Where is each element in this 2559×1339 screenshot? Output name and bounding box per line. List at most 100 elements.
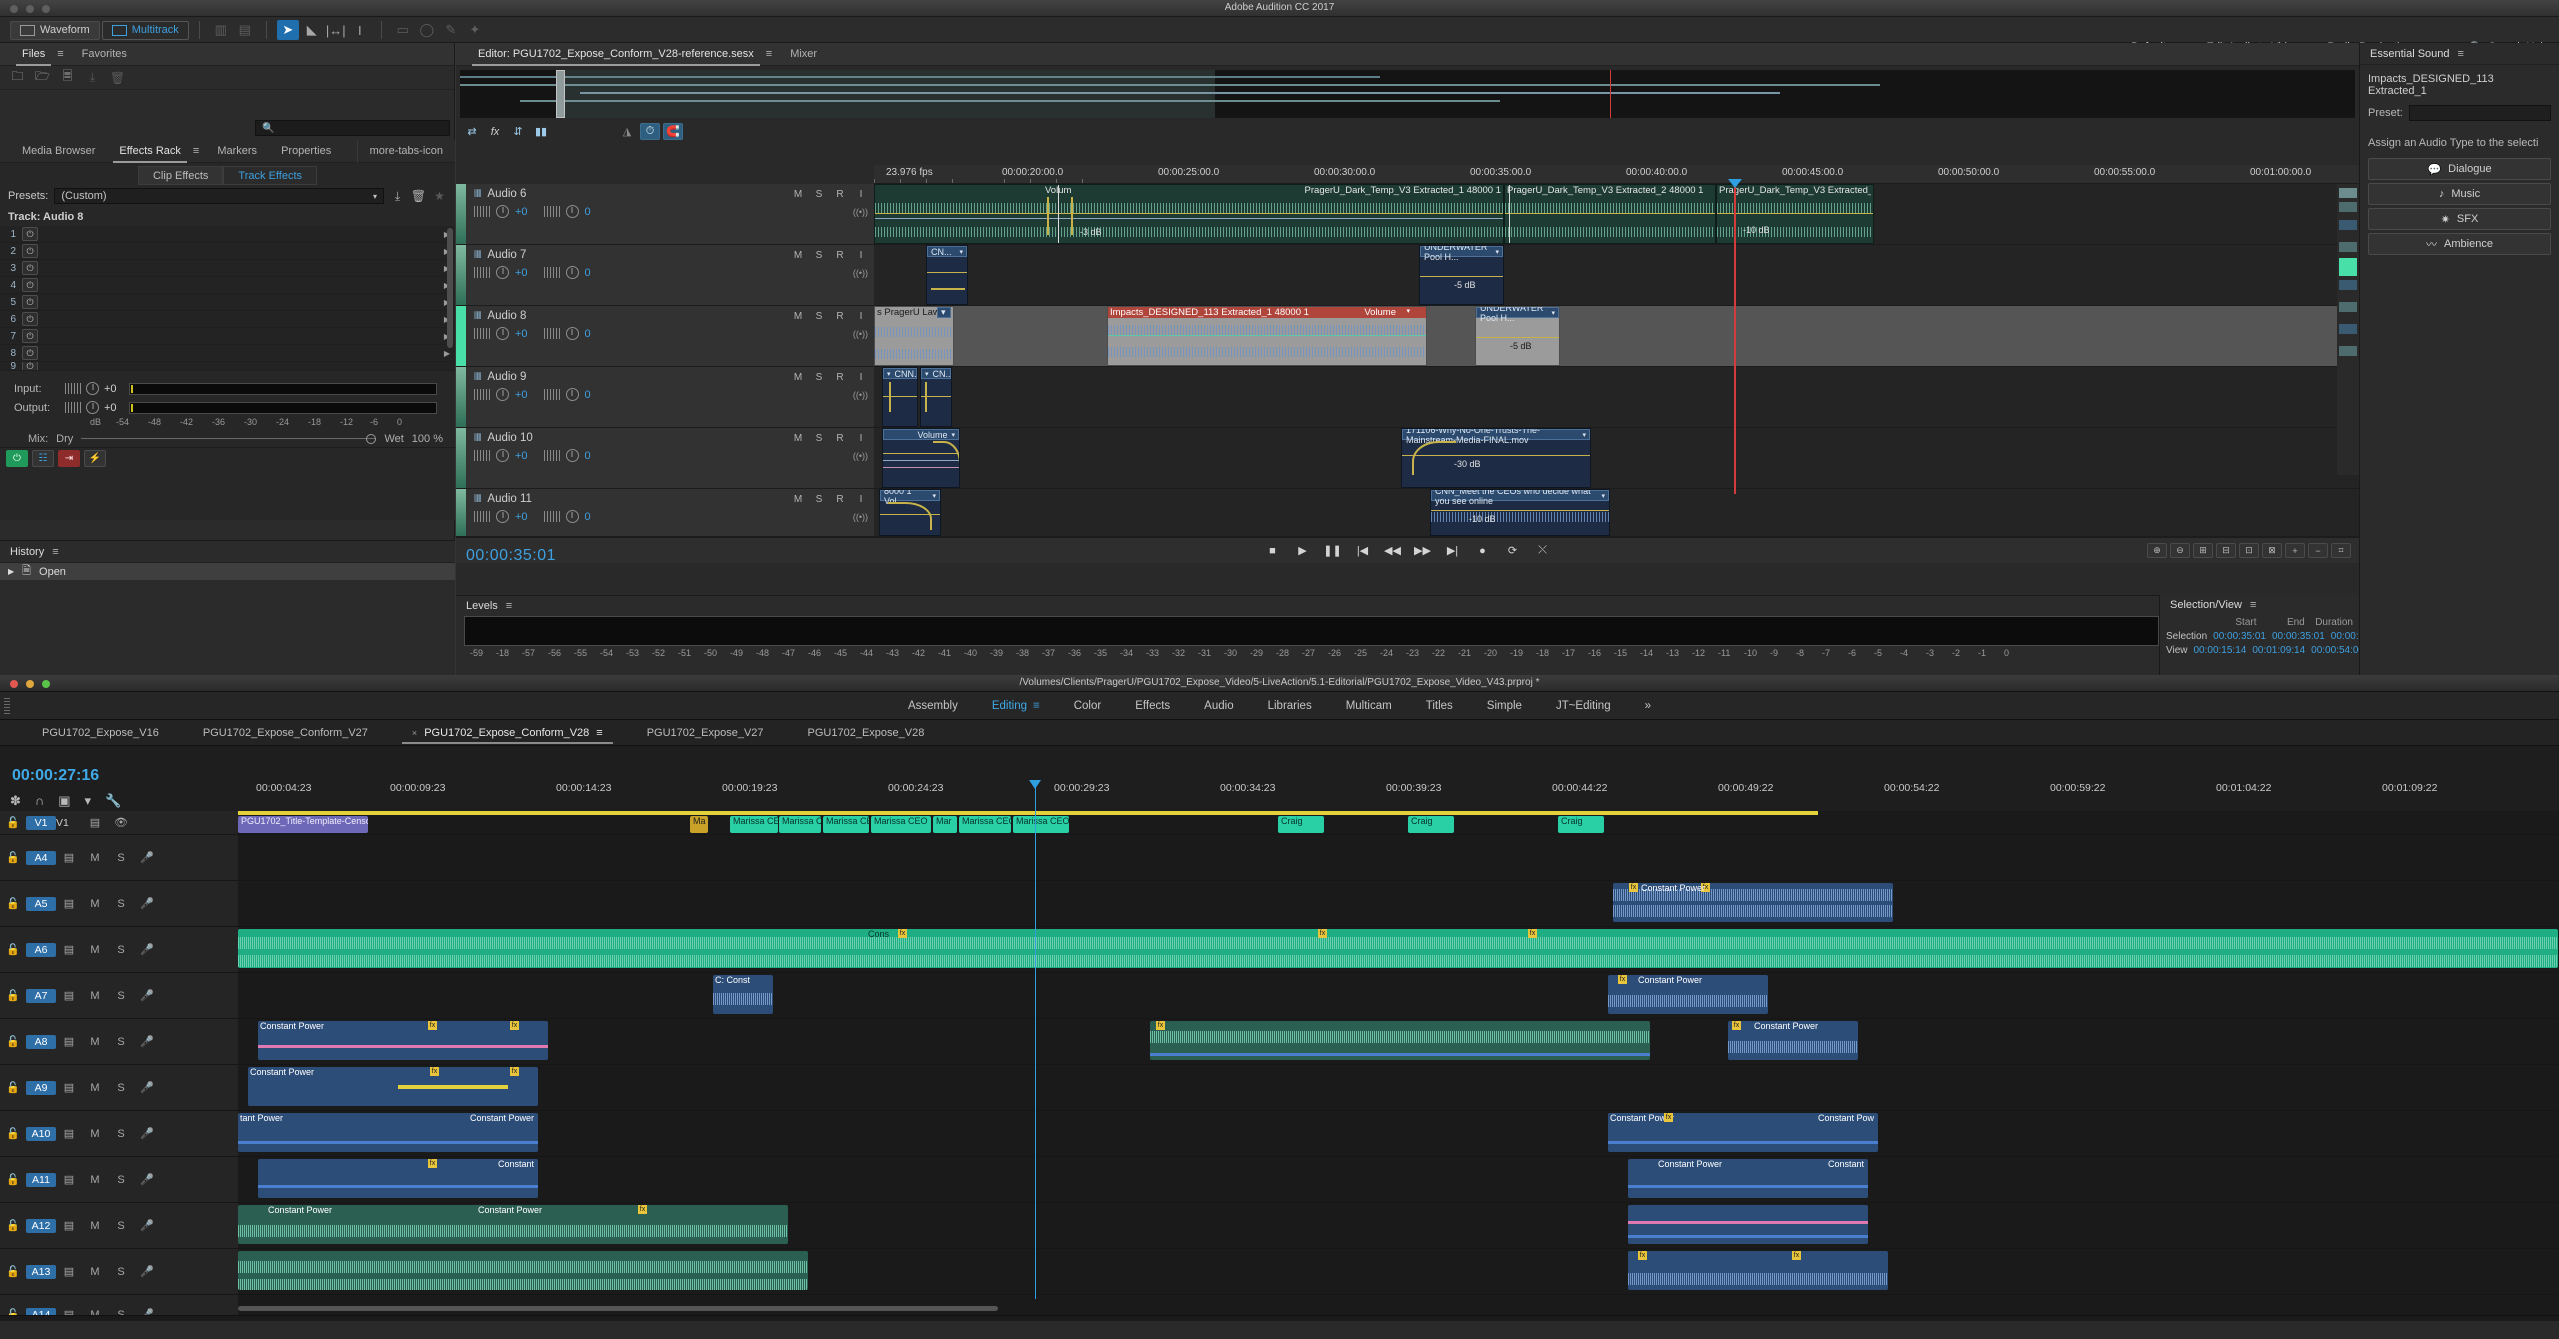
mute-button[interactable]: M — [791, 189, 805, 200]
track-lane[interactable]: Constant Power Constant Power fx — [238, 1203, 2559, 1249]
audio-clip[interactable]: fx fx — [1628, 1251, 1888, 1290]
lock-icon[interactable]: 🔓 — [0, 897, 26, 910]
premiere-timecode[interactable]: 00:00:27:16 — [12, 767, 99, 785]
effect-slot[interactable]: 8 ⏻ ▶ — [0, 345, 455, 362]
toggle-track-output-icon[interactable]: ▤ — [56, 897, 82, 910]
eye-icon[interactable]: 👁 — [108, 816, 134, 829]
zoom-in-time-icon[interactable]: ⊞ — [2193, 543, 2213, 558]
track-lane[interactable]: fx fx Constant Power — [238, 881, 2559, 927]
essential-sound-menu-icon[interactable]: ≡ — [2452, 48, 2470, 60]
lock-icon[interactable]: 🔓 — [0, 1035, 26, 1048]
audio-clip[interactable]: fx fx fx Cons — [238, 929, 2558, 968]
audio-clip[interactable]: ▾ CNN... — [882, 367, 918, 427]
workspace-jt-editing[interactable]: JT~Editing — [1539, 692, 1628, 720]
input-monitor-button[interactable]: I — [854, 433, 868, 444]
track-lane[interactable]: CN... ▾ UNDERWATER Pool H... ▾ -5 dB — [874, 245, 2359, 305]
track-header[interactable]: 🔓 A6 ▤ M S 🎤 — [0, 927, 238, 973]
power-toggle-icon[interactable]: ⏻ — [22, 295, 38, 309]
audio-clip[interactable]: CN... ▾ — [926, 245, 968, 305]
zoom-all-icon[interactable]: ⌗ — [2331, 543, 2351, 558]
clip-parameter-dropdown[interactable]: ▾ CNN... — [883, 368, 917, 379]
audio-clip[interactable]: CNN_Meet the CEOs who decide what you se… — [1430, 489, 1610, 536]
selection-row[interactable]: Selection 00:00:35:01 00:00:35:01 00:00:… — [2160, 629, 2384, 643]
track-lane[interactable]: tant Power Constant Power Constant Power… — [238, 1111, 2559, 1157]
solo-button[interactable]: S — [108, 1174, 134, 1186]
add-marker-icon[interactable]: ▾ — [85, 793, 92, 809]
power-toggle-icon[interactable]: ⏻ — [22, 244, 38, 258]
selection-end[interactable]: 00:00:35:01 — [2272, 631, 2331, 642]
power-toggle-icon[interactable]: ⏻ — [22, 346, 38, 360]
volume-knob[interactable] — [496, 327, 509, 340]
workspace-libraries[interactable]: Libraries — [1251, 692, 1329, 720]
history-panel-menu-icon[interactable]: ≡ — [46, 546, 64, 558]
lock-icon[interactable]: 🔓 — [0, 851, 26, 864]
mute-button[interactable]: M — [791, 494, 805, 505]
paintbrush-icon[interactable]: ✎ — [440, 20, 462, 40]
effect-slot[interactable]: 5 ⏻ ▶ — [0, 294, 455, 311]
track-audio-9[interactable]: ⫴⫴ Audio 9 M S R I +0 0 ((•)) ▾ CNN. ▾ C… — [456, 367, 2359, 428]
clip-parameter-dropdown[interactable]: 171106-Why-No-One-Trusts-The-Mainstream-… — [1402, 429, 1590, 445]
track-header[interactable]: 🔓 A7 ▤ M S 🎤 — [0, 973, 238, 1019]
effect-slot-name[interactable] — [38, 243, 439, 260]
effects-list-icon[interactable]: ☷ — [32, 450, 54, 467]
track-color-strip[interactable] — [456, 428, 466, 488]
solo-button[interactable]: S — [108, 898, 134, 910]
play-icon[interactable]: ▶ — [1293, 542, 1313, 560]
video-clip[interactable]: Marissa CEO — [1013, 816, 1069, 833]
timeline-horizontal-scrollbar[interactable] — [238, 1304, 2559, 1313]
wrench-icon[interactable]: 🔧 — [105, 793, 121, 809]
loop-icon[interactable]: ⇄ — [462, 123, 482, 140]
solo-button[interactable]: S — [108, 1220, 134, 1232]
arm-record-button[interactable]: R — [833, 189, 847, 200]
audio-clip[interactable]: PragerU_Dark_Temp_V3 Extracted_2 48000 1 — [1504, 184, 1716, 244]
spectral-frequency-icon[interactable]: ▥ — [210, 20, 232, 40]
toggle-track-output-icon[interactable]: ▤ — [56, 1265, 82, 1278]
track-badge[interactable]: A9 — [26, 1080, 56, 1095]
timeline-ruler[interactable]: 00:00:20:00.0 00:00:25:00.0 00:00:30:00.… — [874, 165, 2467, 184]
monitor-input-icon[interactable]: ((•)) — [853, 390, 868, 400]
history-item[interactable]: ▶ 🗎 Open — [0, 563, 455, 580]
effects-panel-more-icon[interactable]: more-tabs-icon — [356, 139, 455, 163]
levels-meter[interactable] — [464, 616, 2159, 646]
waveform-mode-button[interactable]: Waveform — [10, 20, 100, 40]
spot-healing-icon[interactable]: ✦ — [464, 20, 486, 40]
drag-handle-icon[interactable] — [4, 698, 10, 714]
audio-clip[interactable]: PragerU_Dark_Temp_V3 Extracted_1 48000 1… — [874, 184, 1504, 244]
open-file-icon[interactable]: 🗀 — [10, 69, 25, 84]
track-header[interactable]: 🔓 A5 ▤ M S 🎤 — [0, 881, 238, 927]
video-clip[interactable]: Marissa CE — [823, 816, 869, 833]
delete-preset-icon[interactable]: 🗑 — [411, 189, 426, 203]
marquee-selection-icon[interactable]: ▭ — [392, 20, 414, 40]
mute-button[interactable]: M — [82, 1082, 108, 1094]
track-lane[interactable]: PragerU_Dark_Temp_V3 Extracted_1 48000 1… — [874, 184, 2359, 244]
volume-knob[interactable] — [496, 205, 509, 218]
track-name[interactable]: Audio 11 — [487, 493, 784, 505]
voice-over-icon[interactable]: 🎤 — [134, 1219, 160, 1232]
workspace-editing[interactable]: Editing ≡ — [975, 692, 1057, 720]
toggle-track-output-icon[interactable]: ▤ — [56, 1173, 82, 1186]
insert-into-multitrack-icon[interactable]: ⤓ — [85, 70, 100, 84]
track-badge[interactable]: A7 — [26, 988, 56, 1003]
sequence-tab-expose-v28[interactable]: PGU1702_Expose_V28 — [786, 720, 947, 746]
effect-slot-name[interactable] — [38, 294, 439, 311]
mute-button[interactable]: M — [82, 1266, 108, 1278]
tab-effects-rack[interactable]: Effects Rack — [107, 140, 193, 163]
zoom-navigator-handle[interactable] — [556, 70, 565, 118]
audio-clip-selected[interactable]: Impacts_DESIGNED_113 Extracted_1 48000 1… — [1107, 306, 1427, 366]
effects-scrollbar[interactable] — [447, 228, 453, 348]
track-header[interactable]: 🔓 A12 ▤ M S 🎤 — [0, 1203, 238, 1249]
mute-button[interactable]: M — [791, 250, 805, 261]
track-header[interactable]: ⫴⫴ Audio 6 M S R I +0 0 ((•)) — [456, 184, 874, 244]
track-lane[interactable]: Volume ▾ 171106-Why-No-One-Trusts-The-Ma… — [874, 428, 2359, 488]
os-dock[interactable] — [0, 1321, 2559, 1339]
workspace-more-button[interactable]: » — [1628, 692, 1668, 720]
linked-selection-icon[interactable]: ∩ — [35, 793, 44, 809]
presets-dropdown[interactable]: (Custom) ▾ — [54, 188, 384, 204]
marker-icon[interactable]: ▣ — [58, 793, 70, 809]
solo-button[interactable]: S — [108, 852, 134, 864]
tab-media-browser[interactable]: Media Browser — [10, 140, 107, 163]
toggle-track-output-icon[interactable]: ▤ — [56, 1081, 82, 1094]
solo-button[interactable]: S — [108, 944, 134, 956]
audio-clip[interactable]: PragerU_Dark_Temp_V3 Extracted_3 48000 1… — [1716, 184, 1874, 244]
skip-selection-icon[interactable]: ⤬ — [1533, 542, 1553, 560]
